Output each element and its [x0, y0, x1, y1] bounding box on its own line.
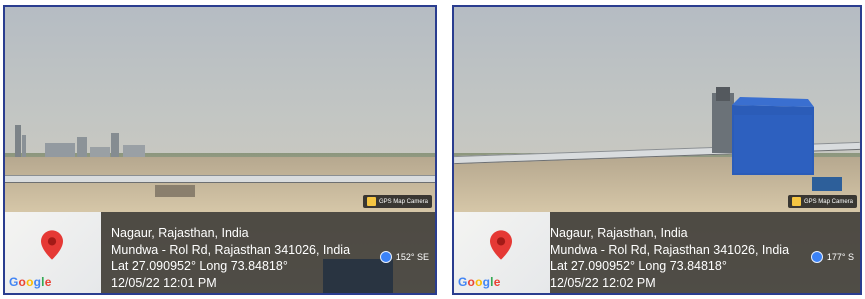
google-logo: Google: [9, 275, 52, 289]
camera-icon: [366, 197, 376, 206]
location-title: Nagaur, Rajasthan, India: [111, 226, 249, 240]
location-overlay: Google Nagaur, Rajasthan, India Mundwa -…: [5, 212, 435, 293]
address-line: Mundwa - Rol Rd, Rajasthan 341026, India: [111, 242, 351, 257]
geotagged-photo-1: GPS Map Camera Google Nagaur, Rajasthan,…: [3, 5, 437, 295]
heading-label: 177° S: [826, 252, 854, 262]
address-line: Mundwa - Rol Rd, Rajasthan 341026, India: [550, 242, 790, 257]
location-info: Nagaur, Rajasthan, India Mundwa - Rol Rd…: [111, 225, 350, 291]
datetime: 12/05/22 12:01 PM: [111, 275, 217, 290]
coordinates: Lat 27.090952° Long 73.84818°: [111, 259, 288, 273]
blue-container: [812, 177, 842, 191]
compass-icon: [379, 251, 392, 263]
location-info: Nagaur, Rajasthan, India Mundwa - Rol Rd…: [550, 225, 789, 291]
heading-label: 152° SE: [395, 252, 429, 262]
distant-factory: [15, 125, 145, 157]
location-title: Nagaur, Rajasthan, India: [550, 226, 688, 240]
location-overlay: Google Nagaur, Rajasthan, India Mundwa -…: [454, 212, 860, 293]
gps-map-camera-badge: GPS Map Camera: [362, 195, 432, 208]
low-building: [155, 185, 195, 197]
badge-label: GPS Map Camera: [378, 198, 428, 205]
datetime: 12/05/22 12:02 PM: [550, 275, 656, 290]
map-pin-icon: [41, 230, 63, 260]
compass-heading: 177° S: [810, 251, 854, 263]
coordinates: Lat 27.090952° Long 73.84818°: [550, 259, 727, 273]
map-thumbnail: Google: [454, 212, 550, 293]
gps-map-camera-badge: GPS Map Camera: [787, 195, 857, 208]
camera-icon: [791, 197, 801, 206]
compass-heading: 152° SE: [379, 251, 429, 263]
compass-icon: [810, 251, 823, 263]
google-logo: Google: [458, 275, 501, 289]
badge-label: GPS Map Camera: [803, 198, 853, 205]
geotagged-photo-2: GPS Map Camera Google Nagaur, Rajasthan,…: [452, 5, 862, 295]
map-thumbnail: Google: [5, 212, 101, 293]
conveyor-belt: [5, 175, 435, 183]
map-pin-icon: [490, 230, 512, 260]
blue-conveyor-building: [712, 87, 814, 175]
